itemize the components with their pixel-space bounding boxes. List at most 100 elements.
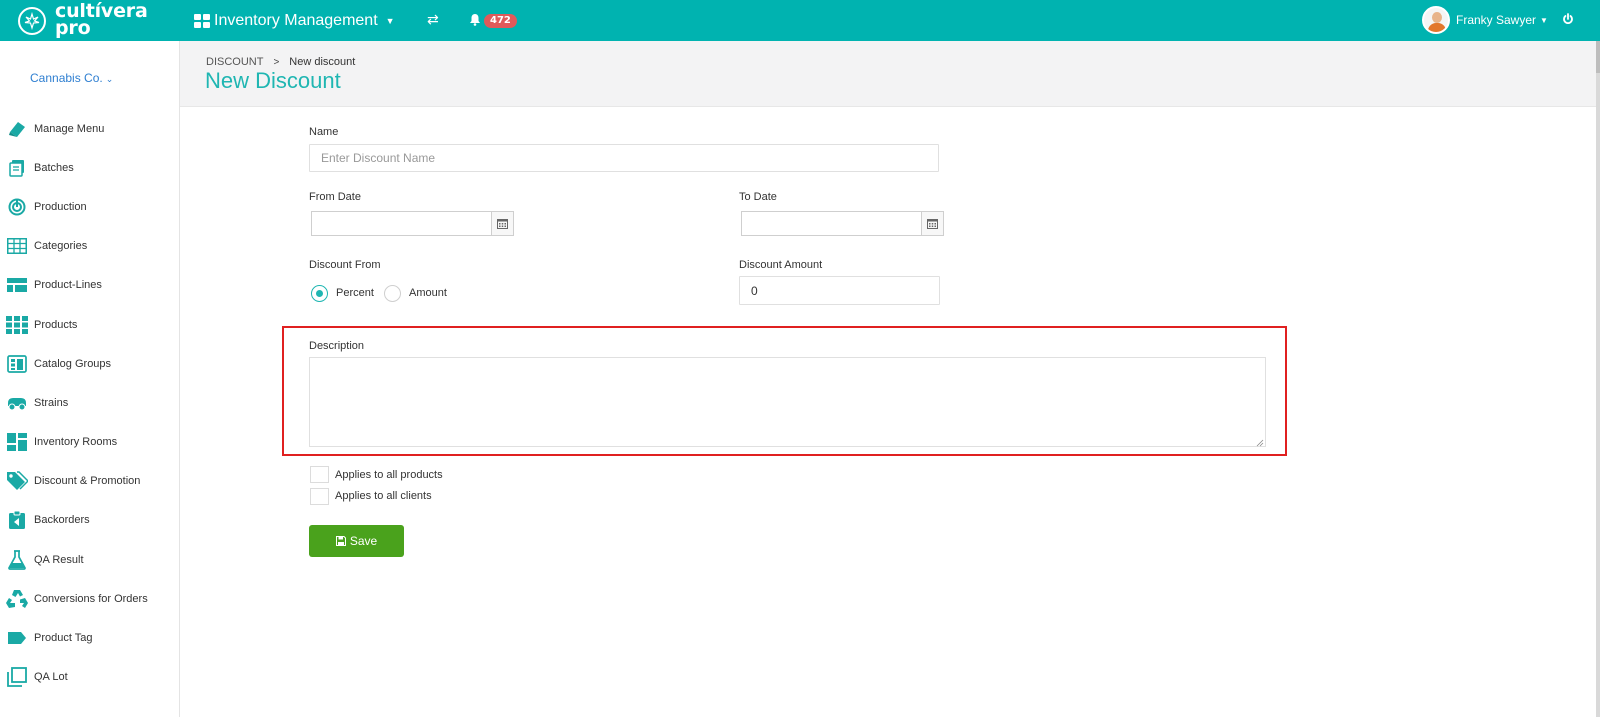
- from-date-picker: [311, 211, 514, 236]
- cultivera-logo[interactable]: cultívera pro: [18, 2, 148, 39]
- apps-grid-icon: [194, 14, 210, 28]
- chevron-down-icon: ▼: [1540, 15, 1548, 25]
- sidebar-item-label: Batches: [34, 161, 74, 174]
- discount-from-label: Discount From: [309, 259, 381, 271]
- page-title: New Discount: [205, 68, 341, 93]
- amount-radio[interactable]: [384, 285, 401, 302]
- sidebar-item-qa-result[interactable]: QA Result: [0, 540, 180, 579]
- floppy-disk-icon: [335, 536, 346, 546]
- save-button[interactable]: Save: [309, 525, 404, 557]
- calendar-icon[interactable]: [491, 211, 514, 236]
- sidebar-item-label: QA Result: [34, 553, 84, 566]
- strains-icon: [6, 393, 28, 413]
- logo-text: cultívera pro: [55, 2, 148, 39]
- chevron-down-icon: ⌄: [105, 74, 114, 84]
- page-header: DISCOUNT > New discount New Discount: [180, 41, 1596, 107]
- sidebar-item-catalog-groups[interactable]: Catalog Groups: [0, 344, 180, 383]
- company-selector[interactable]: Cannabis Co. ⌄: [30, 71, 113, 85]
- sidebar-item-discount-promotion[interactable]: Discount & Promotion: [0, 462, 180, 501]
- applies-all-clients-checkbox[interactable]: [310, 488, 329, 505]
- from-date-input[interactable]: [311, 211, 491, 236]
- sidebar-item-conversions-for-orders[interactable]: Conversions for Orders: [0, 579, 180, 618]
- breadcrumb: DISCOUNT > New discount: [206, 56, 355, 68]
- notification-badge[interactable]: 472: [484, 14, 517, 28]
- applies-all-products-label[interactable]: Applies to all products: [335, 469, 443, 481]
- percent-radio-label[interactable]: Percent: [336, 287, 374, 299]
- to-date-input[interactable]: [741, 211, 921, 236]
- applies-all-products-checkbox[interactable]: [310, 466, 329, 483]
- sidebar-item-label: Conversions for Orders: [34, 592, 148, 605]
- from-date-label: From Date: [309, 191, 361, 203]
- chevron-right-icon: >: [273, 56, 280, 68]
- bell-icon[interactable]: [469, 13, 481, 29]
- applies-all-clients-label[interactable]: Applies to all clients: [335, 490, 432, 502]
- menu-book-icon: [6, 119, 28, 139]
- top-bar: cultívera pro Inventory Management ▼ ⇄ 4…: [0, 0, 1600, 41]
- save-button-label: Save: [349, 534, 378, 548]
- sidebar-item-label: Inventory Rooms: [34, 436, 118, 449]
- cannabis-leaf-icon: [18, 7, 46, 35]
- to-date-label: To Date: [739, 191, 777, 203]
- sidebar: Cannabis Co. ⌄ Manage Menu Batches Produc…: [0, 41, 180, 717]
- description-textarea[interactable]: [309, 357, 1266, 447]
- swap-arrows-icon[interactable]: ⇄: [427, 12, 439, 28]
- tags-icon: [6, 471, 28, 491]
- amount-radio-label[interactable]: Amount: [409, 287, 447, 299]
- flask-icon: [6, 549, 28, 570]
- calendar-icon[interactable]: [921, 211, 944, 236]
- sidebar-nav: Manage Menu Batches Production Categorie…: [0, 109, 180, 697]
- catalog-groups-icon: [6, 354, 28, 374]
- to-date-picker: [741, 211, 944, 236]
- chevron-down-icon: ▼: [385, 16, 395, 26]
- sidebar-item-production[interactable]: Production: [0, 187, 180, 226]
- sidebar-item-batches[interactable]: Batches: [0, 148, 180, 187]
- sidebar-item-label: Production: [34, 200, 87, 213]
- batches-icon: [6, 158, 28, 178]
- inventory-rooms-icon: [6, 432, 28, 452]
- sidebar-item-product-lines[interactable]: Product-Lines: [0, 266, 180, 305]
- discount-amount-label: Discount Amount: [739, 259, 823, 271]
- sidebar-item-label: Catalog Groups: [34, 357, 112, 370]
- categories-grid-icon: [6, 236, 28, 256]
- logo-line-2: pro: [55, 17, 91, 39]
- discount-amount-input[interactable]: [739, 276, 940, 305]
- avatar: [1422, 6, 1450, 34]
- qa-lot-icon: [6, 667, 28, 688]
- sidebar-item-qa-lot[interactable]: QA Lot: [0, 658, 180, 697]
- breadcrumb-root[interactable]: DISCOUNT: [206, 56, 263, 68]
- percent-radio[interactable]: [311, 285, 328, 302]
- sidebar-item-backorders[interactable]: Backorders: [0, 501, 180, 540]
- breadcrumb-current: New discount: [289, 56, 356, 68]
- name-label: Name: [309, 126, 339, 138]
- product-lines-icon: [6, 275, 28, 295]
- products-grid-icon: [6, 315, 28, 335]
- description-label: Description: [309, 340, 365, 352]
- discount-name-input[interactable]: [309, 144, 939, 172]
- sidebar-item-label: Product Tag: [34, 632, 93, 645]
- sidebar-item-manage-menu[interactable]: Manage Menu: [0, 109, 180, 148]
- power-icon[interactable]: [1562, 13, 1574, 28]
- module-title: Inventory Management: [214, 12, 378, 29]
- sidebar-item-categories[interactable]: Categories: [0, 227, 180, 266]
- production-icon: [6, 197, 28, 217]
- sidebar-item-label: QA Lot: [34, 671, 68, 684]
- sidebar-item-label: Manage Menu: [34, 122, 105, 135]
- sidebar-item-inventory-rooms[interactable]: Inventory Rooms: [0, 423, 180, 462]
- sidebar-item-label: Categories: [34, 240, 88, 253]
- sidebar-item-products[interactable]: Products: [0, 305, 180, 344]
- sidebar-item-label: Product-Lines: [34, 279, 102, 292]
- sidebar-item-label: Discount & Promotion: [34, 475, 141, 488]
- recycle-icon: [6, 589, 28, 609]
- company-name: Cannabis Co.: [30, 71, 103, 85]
- resize-grip-icon[interactable]: [1256, 437, 1264, 447]
- scrollbar-track[interactable]: [1596, 41, 1600, 717]
- sidebar-item-label: Products: [34, 318, 78, 331]
- module-switcher[interactable]: Inventory Management ▼: [194, 11, 395, 31]
- sidebar-item-strains[interactable]: Strains: [0, 383, 180, 422]
- sidebar-item-label: Backorders: [34, 514, 90, 527]
- backorders-icon: [6, 510, 28, 530]
- user-name: Franky Sawyer: [1456, 13, 1537, 27]
- sidebar-item-product-tag[interactable]: Product Tag: [0, 618, 180, 657]
- scrollbar-thumb[interactable]: [1596, 41, 1600, 73]
- user-menu[interactable]: Franky Sawyer ▼: [1422, 6, 1548, 34]
